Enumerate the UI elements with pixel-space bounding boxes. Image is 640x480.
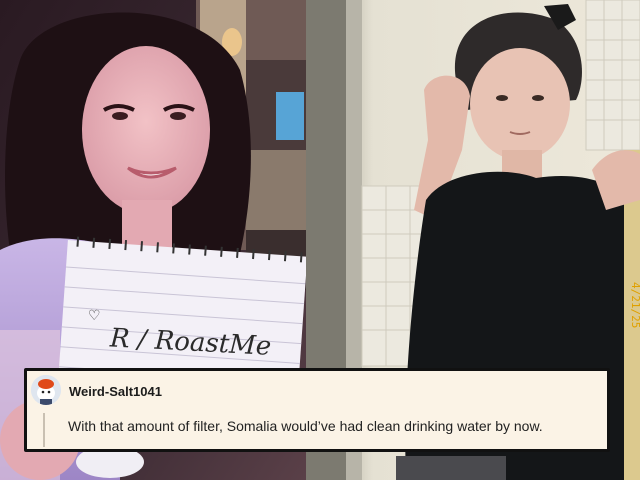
comment-username[interactable]: Weird-Salt1041 [69, 384, 162, 399]
photo-timestamp: 4/21/25 [629, 282, 640, 328]
face [470, 48, 570, 160]
sign-heart: ♡ [88, 308, 101, 324]
comment-body: With that amount of filter, Somalia woul… [68, 418, 543, 434]
reddit-avatar-icon [31, 375, 61, 405]
user-avatar[interactable] [31, 375, 61, 405]
thread-line[interactable] [43, 413, 45, 447]
comment-card: Weird-Salt1041 With that amount of filte… [24, 368, 610, 452]
face [82, 46, 210, 214]
monitor-screen [276, 92, 304, 140]
